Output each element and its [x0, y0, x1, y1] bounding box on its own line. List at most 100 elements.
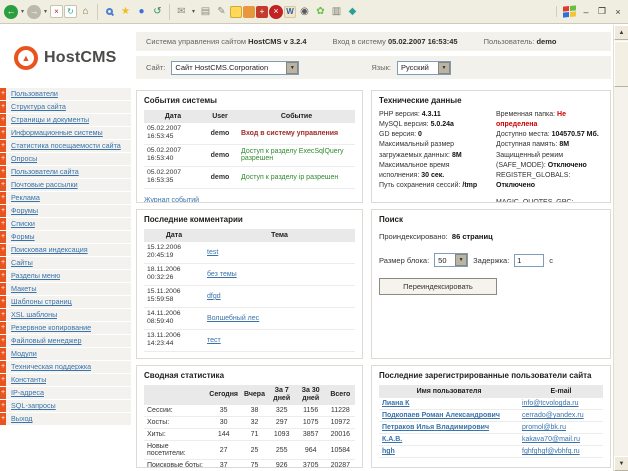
toolbar-separator	[169, 4, 170, 20]
close-button[interactable]: ×	[612, 7, 624, 17]
print-icon[interactable]: ▤	[198, 4, 213, 19]
word-icon[interactable]: W	[284, 6, 296, 18]
sidebar-item-menu-sections[interactable]: +Разделы меню	[0, 270, 131, 282]
block-size-select-arrow-icon[interactable]: ▼	[455, 254, 467, 266]
table-row: 05.02.200716:53:45 demo Вход в систему у…	[144, 123, 355, 144]
favorites-icon[interactable]: ★	[118, 4, 133, 19]
back-dropdown-icon[interactable]: ▾	[19, 8, 26, 15]
stop-icon[interactable]: ×	[50, 5, 63, 18]
app-red-grid-icon[interactable]: +	[256, 6, 268, 18]
sidebar-item-search-indexing[interactable]: +Поисковая индексация	[0, 244, 131, 256]
sidebar-item-sql-queries[interactable]: +SQL-запросы	[0, 400, 131, 412]
refresh-icon[interactable]: ↻	[64, 5, 77, 18]
site-select[interactable]: Сайт HostCMS.Corporation ▼	[171, 61, 299, 75]
user-email-link[interactable]: fghfghgf@vbhfq.ru	[522, 448, 580, 455]
user-email-link[interactable]: info@tcvologda.ru	[522, 400, 579, 407]
restore-button[interactable]: ❐	[596, 6, 608, 17]
app-orange-icon[interactable]: ▪	[243, 6, 255, 18]
user-name-link[interactable]: Лиана К	[382, 400, 409, 407]
scroll-up-button[interactable]: ▲	[614, 25, 628, 40]
user-email-link[interactable]: cerrado@yandex.ru	[522, 412, 584, 419]
mail-dropdown-icon[interactable]: ▾	[190, 8, 197, 15]
reindex-button[interactable]: Переиндексировать	[379, 278, 497, 295]
login-info: Вход в систему 05.02.2007 16:53:45	[333, 37, 458, 46]
user-info: Пользователь: demo	[484, 37, 557, 46]
language-label: Язык:	[371, 63, 391, 72]
sidebar-item-page-templates[interactable]: +Шаблоны страниц	[0, 296, 131, 308]
table-row: 18.11.200600:32:26 без темы	[144, 263, 355, 285]
table-row: Лиана К info@tcvologda.ru	[379, 398, 603, 410]
language-select[interactable]: Русский ▼	[397, 61, 451, 75]
sidebar-item-xsl-templates[interactable]: +XSL шаблоны	[0, 309, 131, 321]
messenger-icon[interactable]: ◆	[345, 4, 360, 19]
table-row: 15.11.200615:59:58 dfgd	[144, 285, 355, 307]
sidebar-item-polls[interactable]: +Опросы	[0, 153, 131, 165]
history-icon[interactable]: ↺	[150, 4, 165, 19]
back-icon[interactable]: ←	[4, 5, 18, 19]
sidebar-item-lists[interactable]: +Списки	[0, 218, 131, 230]
event-user: demo	[202, 166, 238, 188]
minimize-button[interactable]: –	[580, 7, 592, 17]
language-select-arrow-icon[interactable]: ▼	[438, 62, 450, 74]
forward-icon[interactable]: →	[27, 5, 41, 19]
user-name-link[interactable]: Петраков Илья Владимирович	[382, 424, 489, 431]
comment-topic-link[interactable]: Волшебный лес	[207, 315, 259, 322]
sidebar-item-advertising[interactable]: +Реклама	[0, 192, 131, 204]
user-email-link[interactable]: promol@bk.ru	[522, 424, 566, 431]
user-name-link[interactable]: Подкопаев Роман Александрович	[382, 412, 500, 419]
panel-summary-statistics: Сводная статистика Сегодня Вчера За 7 дн…	[136, 365, 363, 468]
stop-red-circle-icon[interactable]: ×	[269, 5, 283, 19]
site-select-arrow-icon[interactable]: ▼	[286, 62, 298, 74]
note-icon[interactable]: ▪	[230, 6, 242, 18]
panel-title: Поиск	[379, 215, 603, 224]
mail-icon[interactable]: ✉	[174, 4, 189, 19]
panel-title: Сводная статистика	[144, 371, 355, 380]
scrollbar-thumb[interactable]	[614, 41, 628, 87]
binoculars-icon[interactable]: ◉	[297, 4, 312, 19]
sidebar-item-ip-addresses[interactable]: +IP-адреса	[0, 387, 131, 399]
sidebar-item-sites[interactable]: +Сайты	[0, 257, 131, 269]
delay-input[interactable]	[514, 254, 544, 267]
address-book-icon[interactable]: ▥	[329, 4, 344, 19]
comment-topic-link[interactable]: test	[207, 249, 218, 256]
sidebar-item-logout[interactable]: +Выход	[0, 413, 131, 425]
sidebar-item-label: Страницы и документы	[6, 114, 89, 126]
sidebar-item-users[interactable]: +Пользователи	[0, 88, 131, 100]
home-icon[interactable]: ⌂	[78, 4, 93, 19]
technical-right-column: Временная папка: Не определена Доступно …	[496, 110, 603, 203]
statistics-table: Сегодня Вчера За 7 дней За 30 дней Всего…	[144, 385, 355, 468]
event-user: demo	[202, 123, 238, 144]
user-name-link[interactable]: hgh	[382, 448, 395, 455]
sidebar-item-constants[interactable]: +Константы	[0, 374, 131, 386]
globe-icon[interactable]: ●	[134, 4, 149, 19]
sidebar-item-pages-documents[interactable]: +Страницы и документы	[0, 114, 131, 126]
sidebar-item-layouts[interactable]: +Макеты	[0, 283, 131, 295]
sidebar-item-modules[interactable]: +Модули	[0, 348, 131, 360]
sidebar-item-site-structure[interactable]: +Структура сайта	[0, 101, 131, 113]
sidebar-item-mailings[interactable]: +Почтовые рассылки	[0, 179, 131, 191]
sidebar-item-forums[interactable]: +Форумы	[0, 205, 131, 217]
comment-topic-link[interactable]: без темы	[207, 271, 237, 278]
sidebar-item-forms[interactable]: +Формы	[0, 231, 131, 243]
sidebar-item-site-statistics[interactable]: +Статистика посещаемости сайта	[0, 140, 131, 152]
search-icon[interactable]	[102, 4, 117, 19]
user-email-link[interactable]: kakava70@mail.ru	[522, 436, 580, 443]
forward-dropdown-icon[interactable]: ▾	[42, 8, 49, 15]
magnifier-glyph	[106, 8, 113, 15]
block-size-select[interactable]: 50 ▼	[434, 253, 468, 267]
user-name-link[interactable]: К.А.В.	[382, 436, 402, 443]
vertical-scrollbar[interactable]: ▲ ▼	[613, 25, 628, 471]
scroll-down-button[interactable]: ▼	[614, 456, 628, 471]
icq-flower-icon[interactable]: ✿	[313, 4, 328, 19]
sidebar-item-label: Статистика посещаемости сайта	[6, 140, 121, 152]
sidebar-item-label: Поисковая индексация	[6, 244, 88, 256]
sidebar-item-information-systems[interactable]: +Информационные системы	[0, 127, 131, 139]
sidebar-item-backup[interactable]: +Резервное копирование	[0, 322, 131, 334]
sidebar-item-tech-support[interactable]: +Техническая поддержка	[0, 361, 131, 373]
event-log-link[interactable]: Журнал событий	[144, 197, 199, 203]
sidebar-item-file-manager[interactable]: +Файловый менеджер	[0, 335, 131, 347]
edit-icon[interactable]: ✎	[214, 4, 229, 19]
comment-topic-link[interactable]: dfgd	[207, 293, 221, 300]
sidebar-item-site-users[interactable]: +Пользователи сайта	[0, 166, 131, 178]
comment-topic-link[interactable]: тест	[207, 337, 221, 344]
